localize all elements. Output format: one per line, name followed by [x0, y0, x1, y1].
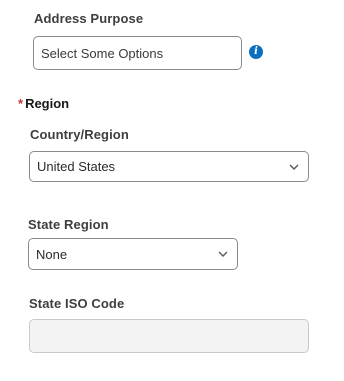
address-purpose-label: Address Purpose [34, 11, 144, 26]
state-iso-code-input [29, 319, 309, 353]
region-title: Region [25, 96, 70, 111]
chevron-down-icon [289, 164, 299, 170]
state-region-label: State Region [28, 217, 109, 232]
state-region-value: None [36, 246, 68, 262]
address-purpose-placeholder: Select Some Options [41, 45, 164, 61]
region-heading: * Region [18, 96, 69, 111]
info-icon[interactable]: i [249, 45, 263, 59]
required-marker: * [18, 96, 24, 111]
country-region-select[interactable]: United States [29, 151, 309, 182]
chevron-down-icon [218, 251, 228, 257]
country-region-label: Country/Region [30, 127, 129, 142]
country-region-value: United States [37, 159, 116, 174]
state-region-select[interactable]: None [28, 238, 238, 270]
state-iso-code-label: State ISO Code [29, 296, 125, 311]
address-purpose-input[interactable]: Select Some Options [33, 36, 242, 70]
